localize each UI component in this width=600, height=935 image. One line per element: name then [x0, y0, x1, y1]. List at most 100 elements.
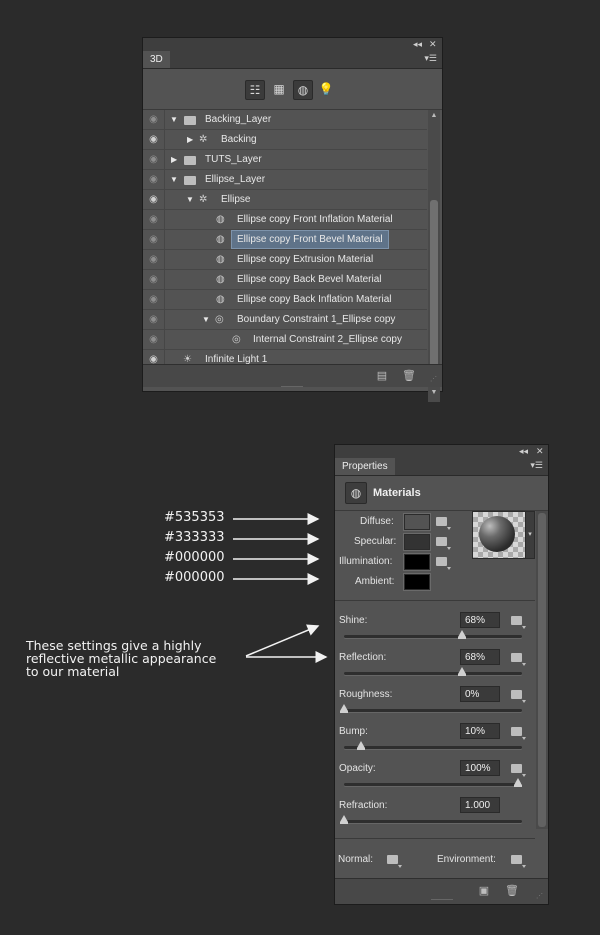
expand-arrow-icon[interactable]: ▶ — [187, 135, 196, 144]
close-icon[interactable]: ✕ — [536, 445, 544, 458]
visibility-column: ◉ — [143, 270, 165, 289]
resize-grip-icon[interactable]: ⋰ — [430, 376, 438, 384]
eye-icon[interactable]: ◉ — [148, 214, 159, 225]
slider-knob[interactable] — [514, 778, 522, 787]
new-preset-icon[interactable]: ▣ — [477, 884, 491, 898]
slider-knob[interactable] — [458, 667, 467, 676]
slider-label: Refraction: — [339, 800, 388, 811]
slider-value-input[interactable]: 0% — [460, 686, 500, 702]
delete-icon[interactable]: 🗑 — [402, 369, 416, 383]
slider-value-input[interactable]: 68% — [460, 612, 500, 628]
layer-label: Ellipse_Layer — [205, 174, 266, 185]
visibility-column: ◉ — [143, 330, 165, 349]
diffuse-texture-folder-icon[interactable] — [436, 517, 451, 530]
slider-track[interactable] — [344, 672, 522, 675]
visibility-column: ◉ — [143, 310, 165, 329]
specular-texture-folder-icon[interactable] — [436, 537, 451, 550]
eye-icon[interactable]: ◉ — [148, 254, 159, 265]
expand-arrow-icon[interactable]: ▼ — [202, 315, 211, 324]
expand-arrow-icon[interactable]: ▼ — [170, 115, 179, 124]
slider-knob[interactable] — [340, 704, 348, 713]
eye-icon[interactable]: ◉ — [148, 294, 159, 305]
meshes-icon[interactable]: ▦ — [270, 80, 288, 98]
tab-3d[interactable]: 3D — [143, 51, 170, 68]
scrollbar-thumb[interactable] — [538, 513, 546, 827]
expand-arrow-icon[interactable]: ▼ — [170, 175, 179, 184]
panel-menu-icon[interactable]: ▾☰ — [530, 460, 543, 471]
eye-icon[interactable]: ◉ — [148, 234, 159, 245]
close-icon[interactable]: ✕ — [429, 38, 437, 51]
slider-texture-folder-icon[interactable] — [511, 616, 526, 629]
eye-icon[interactable]: ◉ — [148, 114, 159, 125]
layer-row[interactable]: ◉ ◍ Ellipse copy Extrusion Material — [143, 250, 427, 270]
illumination-texture-folder-icon[interactable] — [436, 557, 451, 570]
divider — [335, 600, 535, 601]
scroll-up-icon[interactable]: ▲ — [430, 112, 438, 119]
eye-icon[interactable]: ◉ — [148, 194, 159, 205]
slider-value-input[interactable]: 10% — [460, 723, 500, 739]
collapse-icon[interactable]: ◂◂ — [519, 445, 528, 458]
slider-track[interactable] — [344, 709, 522, 712]
slider-track[interactable] — [344, 820, 522, 823]
materials-icon[interactable]: ◍ — [293, 80, 313, 100]
material-icon: ◍ — [216, 254, 225, 265]
eye-icon[interactable]: ◉ — [148, 274, 159, 285]
slider-label: Opacity: — [339, 763, 376, 774]
material-preview[interactable] — [472, 511, 526, 559]
scroll-down-icon[interactable]: ▼ — [430, 389, 438, 396]
layer-row[interactable]: ◉ ▶ TUTS_Layer — [143, 150, 427, 170]
slider-label: Bump: — [339, 726, 368, 737]
eye-icon[interactable]: ◉ — [148, 334, 159, 345]
slider-track[interactable] — [344, 635, 522, 638]
eye-icon[interactable]: ◉ — [148, 134, 159, 145]
lights-icon[interactable]: 💡 — [317, 80, 335, 98]
environment-folder-icon[interactable] — [511, 855, 526, 868]
expand-arrow-icon[interactable]: ▼ — [186, 195, 195, 204]
slider-texture-folder-icon[interactable] — [511, 727, 526, 740]
hex-label-illumination: #000000 — [164, 550, 225, 565]
collapse-icon[interactable]: ◂◂ — [413, 38, 422, 51]
resize-grip-icon[interactable]: ⋰ — [536, 893, 544, 901]
slider-texture-folder-icon[interactable] — [511, 690, 526, 703]
slider-knob[interactable] — [458, 630, 467, 639]
eye-icon[interactable]: ◉ — [148, 174, 159, 185]
new-object-icon[interactable]: ▤ — [375, 369, 389, 383]
eye-icon[interactable]: ◉ — [148, 154, 159, 165]
panel-menu-icon[interactable]: ▾☰ — [424, 53, 437, 64]
eye-icon[interactable]: ◉ — [148, 314, 159, 325]
illumination-swatch[interactable] — [404, 554, 430, 570]
slider-knob[interactable] — [357, 741, 366, 750]
layer-row[interactable]: ◉ ▼ ◎ Boundary Constraint 1_Ellipse copy — [143, 310, 427, 330]
materials-icon: ◍ — [345, 482, 367, 504]
whole-scene-icon[interactable]: ☷ — [245, 80, 265, 100]
layer-row[interactable]: ◉ ◎ Internal Constraint 2_Ellipse copy — [143, 330, 427, 350]
layer-row[interactable]: ◉ ◍ Ellipse copy Back Inflation Material — [143, 290, 427, 310]
layer-row[interactable]: ◉ ▶ ✲ Backing — [143, 130, 427, 150]
tab-properties[interactable]: Properties — [335, 458, 395, 475]
ambient-swatch[interactable] — [404, 574, 430, 590]
scrollbar-thumb[interactable] — [430, 200, 438, 368]
slider-value-input[interactable]: 68% — [460, 649, 500, 665]
layer-row[interactable]: ◉ ▼ Backing_Layer — [143, 110, 427, 130]
expand-arrow-icon[interactable]: ▶ — [171, 155, 180, 164]
slider-value-input[interactable]: 1.000 — [460, 797, 500, 813]
diffuse-swatch[interactable] — [404, 514, 430, 530]
layer-list-scrollbar[interactable]: ▲ ▼ — [428, 110, 440, 402]
layer-row[interactable]: ◉ ◍ Ellipse copy Front Inflation Materia… — [143, 210, 427, 230]
slider-track[interactable] — [344, 746, 522, 749]
slider-track[interactable] — [344, 783, 522, 786]
layer-row[interactable]: ◉ ◍ Ellipse copy Back Bevel Material — [143, 270, 427, 290]
layer-row[interactable]: ◉ ◍ Ellipse copy Front Bevel Material — [143, 230, 427, 250]
slider-texture-folder-icon[interactable] — [511, 653, 526, 666]
slider-value-input[interactable]: 100% — [460, 760, 500, 776]
normal-folder-icon[interactable] — [387, 855, 402, 868]
delete-icon[interactable]: 🗑 — [505, 884, 519, 898]
slider-texture-folder-icon[interactable] — [511, 764, 526, 777]
specular-swatch[interactable] — [404, 534, 430, 550]
material-icon: ◍ — [216, 274, 225, 285]
material-picker-dropdown[interactable]: ▾ — [525, 511, 535, 559]
layer-row[interactable]: ◉ ▼ ✲ Ellipse — [143, 190, 427, 210]
slider-knob[interactable] — [340, 815, 348, 824]
properties-scrollbar[interactable] — [536, 511, 548, 829]
layer-row[interactable]: ◉ ▼ Ellipse_Layer — [143, 170, 427, 190]
